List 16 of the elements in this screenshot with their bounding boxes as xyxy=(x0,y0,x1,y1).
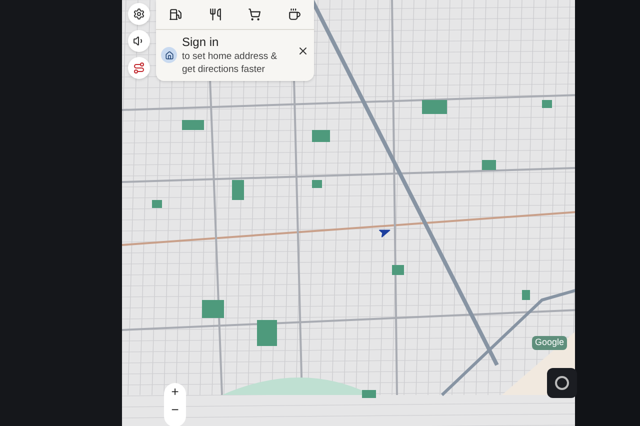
zoom-in-button[interactable]: + xyxy=(171,383,179,401)
close-icon[interactable] xyxy=(297,45,309,57)
coffee-cup-icon[interactable] xyxy=(288,8,301,21)
sign-in-message: to set home address & get directions faster xyxy=(182,50,278,76)
ring-icon xyxy=(555,376,569,390)
hardware-button[interactable] xyxy=(547,368,577,398)
shopping-cart-icon[interactable] xyxy=(248,8,262,21)
map-attribution: Google xyxy=(532,336,568,350)
home-icon xyxy=(161,47,177,63)
zoom-out-button[interactable]: − xyxy=(171,401,179,419)
route-icon xyxy=(133,62,145,74)
sign-in-title[interactable]: Sign in xyxy=(182,35,292,50)
fork-knife-icon[interactable] xyxy=(208,8,222,21)
fuel-pump-icon[interactable] xyxy=(169,8,182,21)
speaker-icon xyxy=(133,35,145,47)
settings-icon xyxy=(133,8,145,20)
